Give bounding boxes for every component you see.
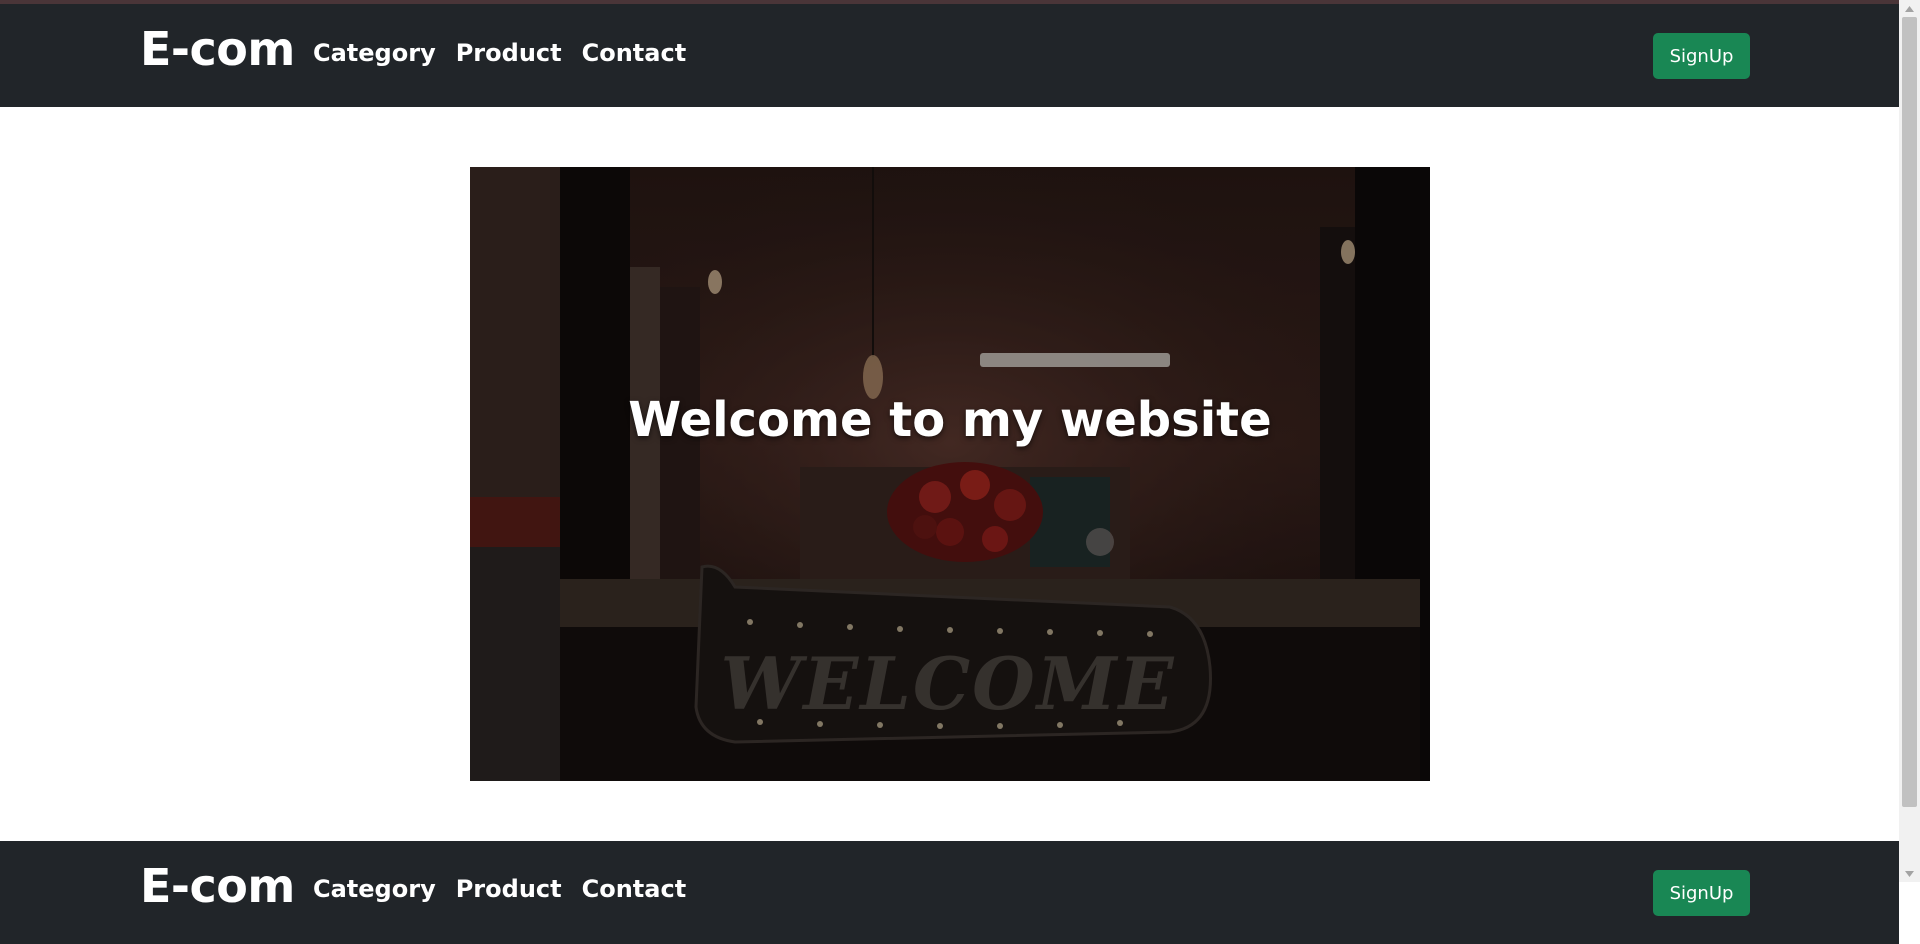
nav-links: Category Product Contact bbox=[313, 38, 686, 69]
hero-heading: Welcome to my website bbox=[628, 392, 1272, 448]
hero-banner: WELCOME Welcome to my website bbox=[470, 167, 1430, 781]
footer-nav-link-contact[interactable]: Contact bbox=[582, 874, 687, 905]
scroll-up-arrow-icon[interactable] bbox=[1899, 0, 1920, 17]
scroll-down-arrow-icon[interactable] bbox=[1899, 865, 1920, 882]
footer-signup-button[interactable]: SignUp bbox=[1653, 870, 1750, 916]
scroll-thumb[interactable] bbox=[1902, 17, 1917, 807]
footer-nav-link-product[interactable]: Product bbox=[456, 874, 562, 905]
nav-link-category[interactable]: Category bbox=[313, 38, 436, 69]
nav-link-product[interactable]: Product bbox=[456, 38, 562, 69]
footer-nav-link-category[interactable]: Category bbox=[313, 874, 436, 905]
brand-logo[interactable]: E-com bbox=[140, 22, 295, 77]
footer-nav-links: Category Product Contact bbox=[313, 874, 686, 905]
footer-navbar: E-com Category Product Contact SignUp bbox=[0, 841, 1899, 944]
footer-brand-logo[interactable]: E-com bbox=[140, 859, 295, 914]
nav-link-contact[interactable]: Contact bbox=[582, 38, 687, 69]
signup-button[interactable]: SignUp bbox=[1653, 33, 1750, 79]
page-scrollbar[interactable] bbox=[1899, 0, 1920, 882]
navbar: E-com Category Product Contact SignUp bbox=[0, 4, 1899, 107]
hero-image: WELCOME bbox=[470, 167, 1430, 781]
